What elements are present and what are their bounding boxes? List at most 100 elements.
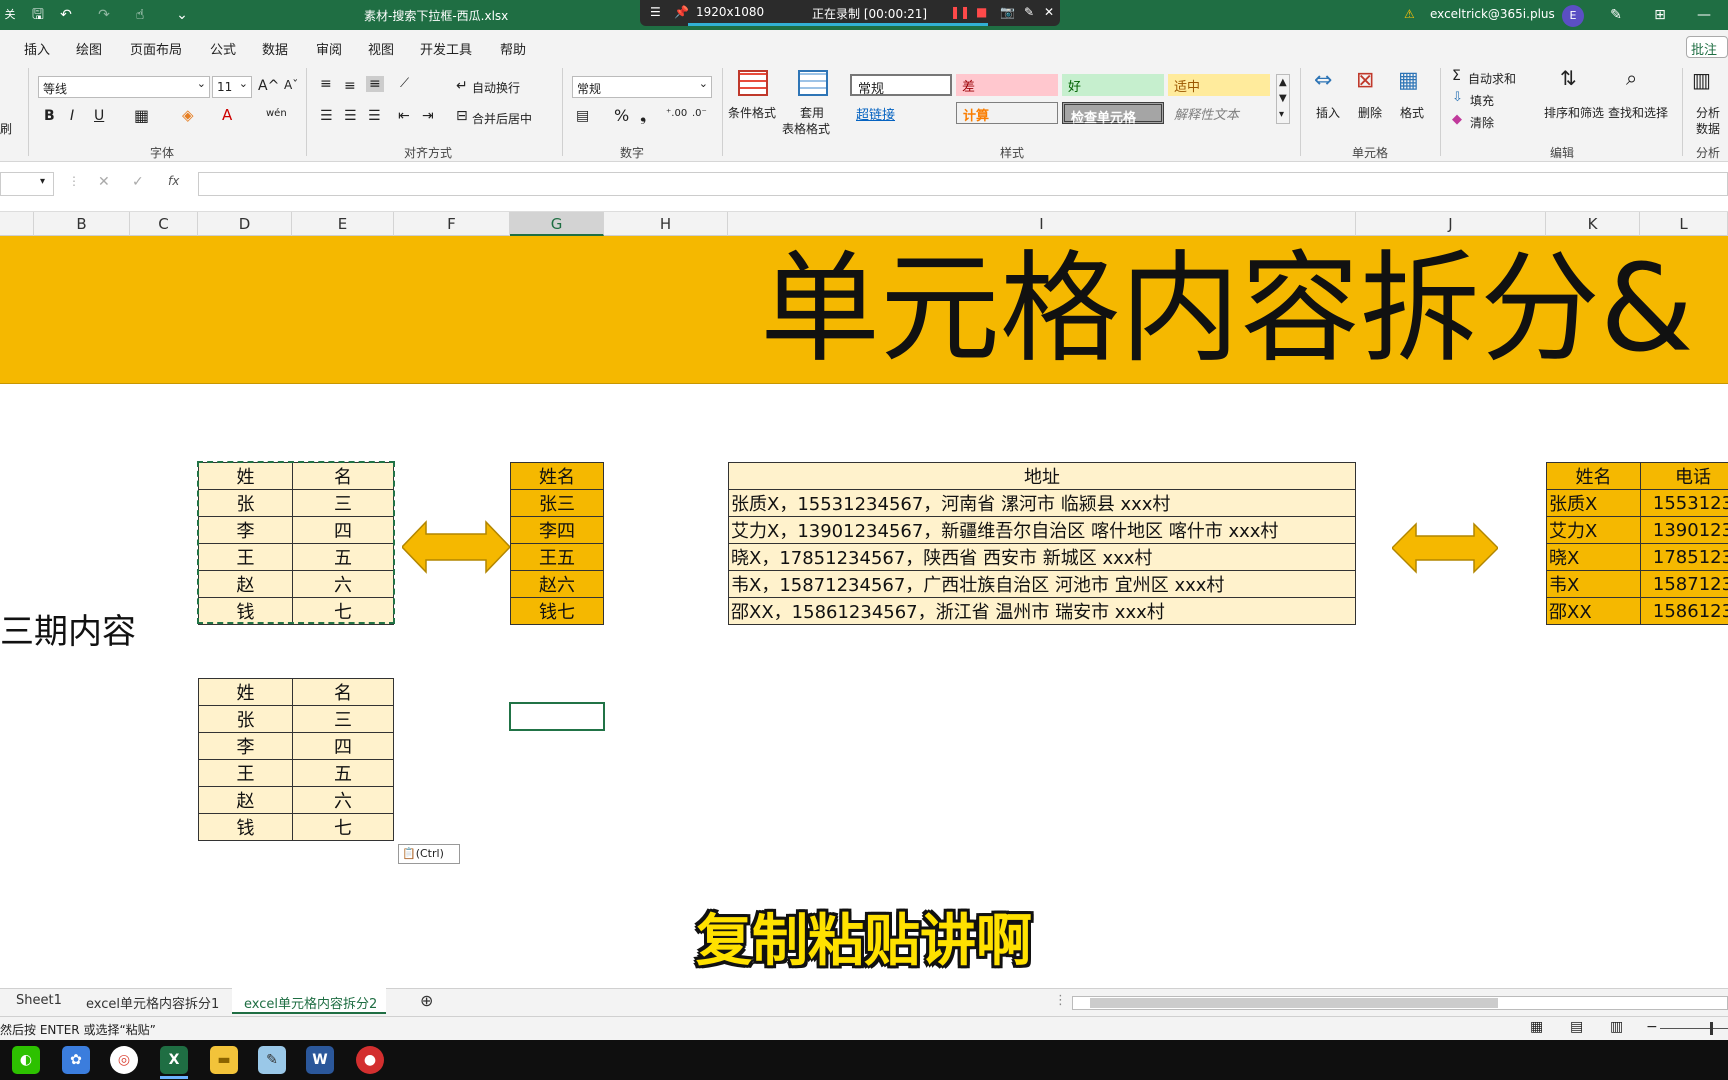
find-select-button[interactable]: 查找和选择 — [1608, 104, 1668, 121]
normal-view-icon[interactable]: ▦ — [1530, 1019, 1543, 1035]
pause-icon[interactable]: ❚❚ — [950, 5, 970, 19]
page-layout-icon[interactable]: ▤ — [1570, 1019, 1583, 1035]
tab-page-layout[interactable]: 页面布局 — [130, 39, 182, 58]
number-format-select[interactable]: 常规 — [572, 76, 712, 98]
table-cell[interactable]: 赵六 — [510, 570, 604, 598]
name-phone-table[interactable]: 姓名 电话 张质X 1553123 艾力X 1390123 晓X 1785123 韦X 1… — [1546, 462, 1728, 625]
table-cell[interactable]: 姓名 — [510, 462, 604, 490]
italic-button[interactable]: I — [70, 108, 74, 124]
avatar[interactable]: E — [1562, 5, 1584, 27]
table-cell[interactable]: 五 — [292, 759, 394, 787]
customize-qat-icon[interactable]: ⌄ — [172, 5, 192, 25]
zoom-slider[interactable] — [1660, 1028, 1728, 1029]
wechat-icon[interactable]: ◐ — [12, 1046, 40, 1074]
paste-options-button[interactable]: 📋(Ctrl) — [398, 844, 460, 864]
align-right-icon[interactable]: ☰ — [368, 108, 381, 124]
percent-icon[interactable]: % — [614, 106, 629, 125]
app-icon[interactable]: ✿ — [62, 1046, 90, 1074]
insert-cells-button[interactable]: 插入 — [1316, 104, 1340, 121]
table-cell[interactable]: 王五 — [510, 543, 604, 571]
table-cell[interactable]: 邵XX — [1546, 597, 1641, 625]
column-header-e[interactable]: E — [292, 212, 394, 236]
table-cell[interactable]: 李 — [198, 732, 293, 760]
autosave-toggle[interactable]: 关 — [0, 5, 20, 25]
warning-icon[interactable]: ⚠ — [1404, 7, 1415, 21]
table-cell[interactable]: 张质X — [1546, 489, 1641, 517]
style-good[interactable]: 好 — [1062, 74, 1164, 96]
table-cell[interactable]: 艾力X，13901234567，新疆维吾尔自治区 喀什地区 喀什市 xxx村 — [728, 516, 1356, 544]
conditional-format-icon[interactable] — [738, 70, 768, 96]
name-box[interactable] — [0, 172, 54, 196]
record-icon[interactable]: ● — [356, 1046, 384, 1074]
tab-draw[interactable]: 绘图 — [76, 39, 102, 58]
styles-scroll[interactable]: ▲ ▼ ▾ — [1276, 74, 1290, 124]
decrease-font-icon[interactable]: Aˇ — [284, 78, 298, 92]
style-explanatory[interactable]: 解释性文本 — [1168, 102, 1270, 124]
table-cell[interactable]: 三 — [292, 705, 394, 733]
table-cell[interactable]: 赵 — [198, 786, 293, 814]
table-cell[interactable]: 晓X，17851234567，陕西省 西安市 新城区 xxx村 — [728, 543, 1356, 571]
column-header-i[interactable]: I — [728, 212, 1356, 236]
chrome-icon[interactable]: ◎ — [110, 1046, 138, 1074]
account-name[interactable]: exceltrick@365i.plus — [1430, 7, 1555, 21]
column-header[interactable] — [0, 212, 34, 236]
accounting-icon[interactable]: ▤ — [576, 108, 589, 124]
add-sheet-icon[interactable]: ⊕ — [420, 991, 433, 1010]
window-title[interactable]: 素材-搜索下拉框-西瓜.xlsx — [364, 7, 508, 24]
format-cells-icon[interactable]: ▦ — [1398, 68, 1419, 93]
table-cell[interactable]: 姓名 — [1546, 462, 1641, 490]
paint-icon[interactable]: ✎ — [258, 1046, 286, 1074]
merge-center-button[interactable]: 合并后居中 — [472, 110, 532, 127]
column-header-f[interactable]: F — [394, 212, 510, 236]
align-middle-icon[interactable]: ≡ — [344, 78, 356, 94]
table-cell[interactable]: 张三 — [510, 489, 604, 517]
folder-icon[interactable]: ▬ — [210, 1046, 238, 1074]
enter-icon[interactable]: ✓ — [132, 174, 144, 190]
active-cell[interactable] — [509, 702, 605, 731]
menu-icon[interactable]: ☰ — [650, 5, 661, 19]
analyze-data-icon[interactable]: ▥ — [1692, 68, 1711, 92]
table-cell[interactable]: 电话 — [1640, 462, 1728, 490]
increase-font-icon[interactable]: A^ — [258, 78, 279, 94]
table-cell[interactable]: 1785123 — [1640, 543, 1728, 571]
camera-icon[interactable]: 📷 — [1000, 5, 1015, 19]
excel-icon[interactable]: X — [160, 1046, 188, 1074]
align-top-icon[interactable]: ≡ — [320, 76, 332, 92]
style-neutral[interactable]: 适中 — [1168, 74, 1270, 96]
autosum-icon[interactable]: Σ — [1452, 68, 1461, 84]
table-format-icon[interactable] — [798, 70, 828, 96]
fill-icon[interactable]: ⇩ — [1452, 90, 1463, 105]
touch-mode-icon[interactable]: ☝ — [130, 5, 150, 25]
font-color-icon[interactable]: A — [222, 106, 232, 124]
table-cell[interactable]: 1587123 — [1640, 570, 1728, 598]
tab-insert[interactable]: 插入 — [24, 39, 50, 58]
tab-review[interactable]: 审阅 — [316, 39, 342, 58]
align-bottom-icon[interactable]: ≡ — [366, 76, 384, 92]
word-icon[interactable]: W — [306, 1046, 334, 1074]
table-cell[interactable]: 钱七 — [510, 597, 604, 625]
border-icon[interactable]: ▦ — [134, 106, 149, 125]
split-table-bottom[interactable]: 姓 名 张三 李四 王五 赵六 钱七 — [198, 678, 394, 841]
column-header-k[interactable]: K — [1546, 212, 1640, 236]
search-icon[interactable]: ⌕ — [1626, 66, 1637, 90]
save-icon[interactable]: 🖫 — [28, 5, 48, 25]
table-cell[interactable]: 六 — [292, 786, 394, 814]
table-cell[interactable]: 1390123 — [1640, 516, 1728, 544]
cancel-icon[interactable]: ✕ — [98, 174, 110, 190]
decrease-decimal-icon[interactable]: .0⁻ — [692, 108, 707, 119]
tab-data[interactable]: 数据 — [262, 39, 288, 58]
zoom-thumb[interactable] — [1710, 1022, 1713, 1035]
table-cell[interactable]: 钱 — [198, 813, 293, 841]
chevron-down-icon[interactable]: ▾ — [40, 176, 45, 187]
table-format-button-2[interactable]: 表格格式 — [782, 120, 830, 137]
table-cell[interactable]: 晓X — [1546, 543, 1641, 571]
table-cell[interactable]: 韦X，15871234567，广西壮族自治区 河池市 宜州区 xxx村 — [728, 570, 1356, 598]
ribbon-display-icon[interactable]: ⊞ — [1650, 5, 1670, 25]
column-header-c[interactable]: C — [130, 212, 198, 236]
style-calculation[interactable]: 计算 — [956, 102, 1058, 124]
decrease-indent-icon[interactable]: ⇤ — [398, 108, 410, 124]
worksheet[interactable]: 单元格内容拆分& 三期内容 姓 名 张三 李四 王五 赵六 钱七 姓名 张三 李… — [0, 236, 1728, 988]
table-cell[interactable]: 韦X — [1546, 570, 1641, 598]
redo-icon[interactable]: ↷ — [94, 5, 114, 25]
clear-button[interactable]: 清除 — [1470, 114, 1494, 131]
